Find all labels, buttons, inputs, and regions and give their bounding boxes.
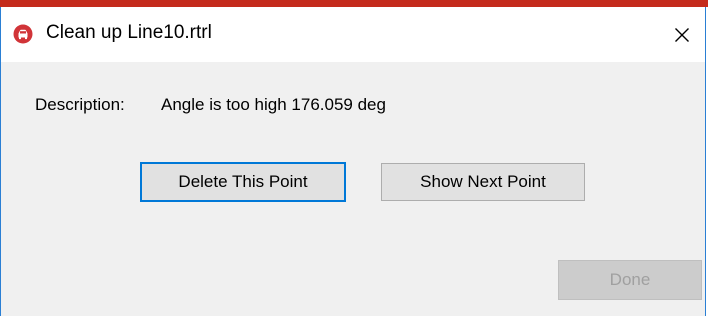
dialog-content: Description: Angle is too high 176.059 d…: [1, 62, 705, 316]
delete-this-point-button[interactable]: Delete This Point: [140, 162, 346, 202]
done-button[interactable]: Done: [558, 260, 702, 300]
description-value: Angle is too high 176.059 deg: [161, 95, 386, 114]
screen: Clean up Line10.rtrl Description: Angle …: [0, 0, 708, 316]
description-label: Description:: [35, 95, 125, 114]
cleanup-dialog: Clean up Line10.rtrl Description: Angle …: [0, 7, 706, 316]
title-bar[interactable]: Clean up Line10.rtrl: [1, 7, 705, 62]
show-next-point-button[interactable]: Show Next Point: [381, 163, 585, 201]
window-title: Clean up Line10.rtrl: [46, 22, 212, 43]
close-icon: [675, 27, 689, 42]
close-button[interactable]: [659, 7, 705, 62]
background-window-strip: [0, 0, 708, 7]
app-icon: [13, 24, 33, 44]
